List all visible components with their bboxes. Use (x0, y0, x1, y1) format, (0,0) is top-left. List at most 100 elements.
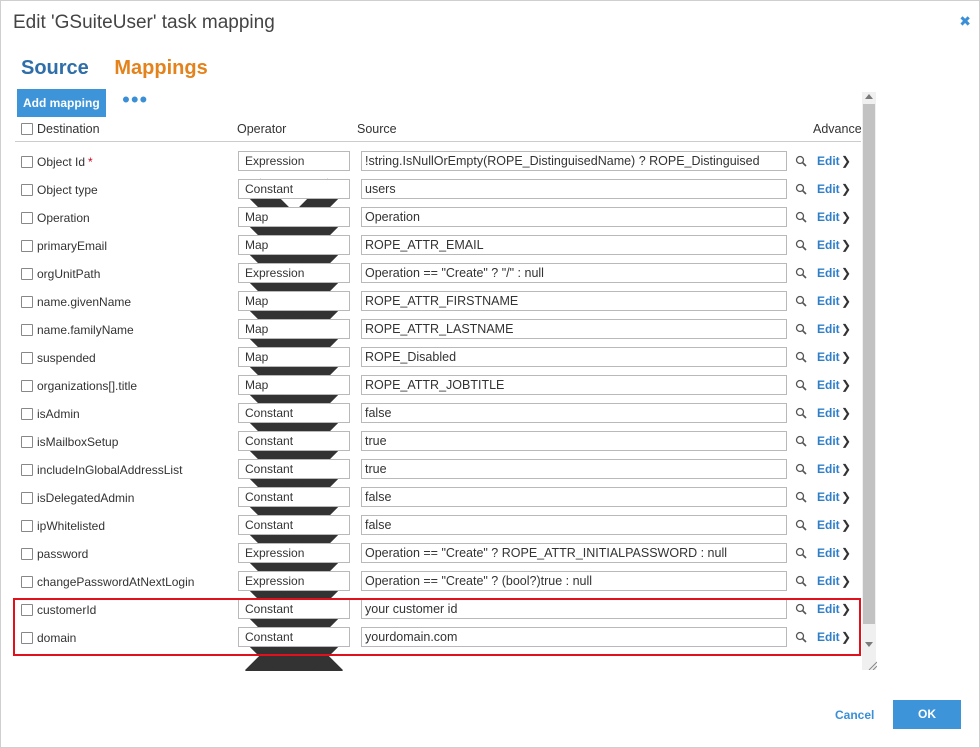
search-icon[interactable] (795, 463, 807, 475)
row-checkbox[interactable] (21, 212, 33, 224)
source-input[interactable]: !string.IsNullOrEmpty(ROPE_DistinguisedN… (361, 151, 787, 171)
row-checkbox[interactable] (21, 576, 33, 588)
edit-link[interactable]: Edit (817, 518, 840, 532)
search-icon[interactable] (795, 239, 807, 251)
search-icon[interactable] (795, 155, 807, 167)
row-checkbox[interactable] (21, 352, 33, 364)
column-destination[interactable]: Destination (37, 122, 100, 136)
resize-handle-icon[interactable] (867, 660, 877, 670)
row-checkbox[interactable] (21, 268, 33, 280)
edit-link[interactable]: Edit (817, 182, 840, 196)
row-checkbox[interactable] (21, 380, 33, 392)
operator-select[interactable]: Map (238, 347, 350, 440)
operator-select[interactable]: Expression (238, 571, 350, 664)
search-icon[interactable] (795, 267, 807, 279)
source-input[interactable]: true (361, 459, 787, 479)
search-icon[interactable] (795, 295, 807, 307)
row-checkbox[interactable] (21, 520, 33, 532)
tab-source[interactable]: Source (21, 57, 89, 80)
edit-link[interactable]: Edit (817, 574, 840, 588)
scroll-down-icon[interactable] (865, 642, 873, 647)
source-input[interactable]: true (361, 431, 787, 451)
expand-arrow-icon[interactable]: ❯ (841, 350, 851, 364)
ok-button[interactable]: OK (893, 700, 961, 729)
search-icon[interactable] (795, 323, 807, 335)
add-mapping-button[interactable]: Add mapping (17, 89, 106, 117)
operator-select[interactable]: Constant (238, 515, 350, 608)
vertical-scrollbar[interactable] (862, 92, 876, 670)
edit-link[interactable]: Edit (817, 434, 840, 448)
source-input[interactable]: ROPE_ATTR_FIRSTNAME (361, 291, 787, 311)
search-icon[interactable] (795, 435, 807, 447)
close-icon[interactable]: ✖ (959, 13, 971, 30)
row-checkbox[interactable] (21, 184, 33, 196)
operator-select[interactable]: Expression (238, 543, 350, 636)
row-checkbox[interactable] (21, 408, 33, 420)
source-input[interactable]: ROPE_ATTR_EMAIL (361, 235, 787, 255)
row-checkbox[interactable] (21, 548, 33, 560)
edit-link[interactable]: Edit (817, 406, 840, 420)
search-icon[interactable] (795, 379, 807, 391)
source-input[interactable]: ROPE_ATTR_JOBTITLE (361, 375, 787, 395)
operator-select[interactable]: Constant (238, 403, 350, 496)
column-advanced[interactable]: Advance (813, 122, 861, 136)
expand-arrow-icon[interactable]: ❯ (841, 518, 851, 532)
operator-select[interactable]: Expression (238, 151, 350, 244)
row-checkbox[interactable] (21, 156, 33, 168)
expand-arrow-icon[interactable]: ❯ (841, 574, 851, 588)
source-input[interactable]: users (361, 179, 787, 199)
expand-arrow-icon[interactable]: ❯ (841, 434, 851, 448)
row-checkbox[interactable] (21, 436, 33, 448)
expand-arrow-icon[interactable]: ❯ (841, 238, 851, 252)
column-source[interactable]: Source (357, 122, 397, 136)
operator-select[interactable]: Map (238, 291, 350, 384)
edit-link[interactable]: Edit (817, 462, 840, 476)
operator-select[interactable]: Expression (238, 263, 350, 356)
source-input[interactable]: false (361, 487, 787, 507)
expand-arrow-icon[interactable]: ❯ (841, 490, 851, 504)
source-input[interactable]: Operation == "Create" ? ROPE_ATTR_INITIA… (361, 543, 787, 563)
source-input[interactable]: Operation == "Create" ? "/" : null (361, 263, 787, 283)
edit-link[interactable]: Edit (817, 154, 840, 168)
edit-link[interactable]: Edit (817, 210, 840, 224)
row-checkbox[interactable] (21, 464, 33, 476)
scrollbar-thumb[interactable] (863, 104, 875, 624)
operator-select[interactable]: Map (238, 207, 350, 300)
expand-arrow-icon[interactable]: ❯ (841, 182, 851, 196)
operator-select[interactable]: Constant (238, 487, 350, 580)
expand-arrow-icon[interactable]: ❯ (841, 266, 851, 280)
source-input[interactable]: ROPE_ATTR_LASTNAME (361, 319, 787, 339)
operator-select[interactable]: Map (238, 375, 350, 468)
operator-select[interactable]: Constant (238, 459, 350, 552)
source-input[interactable]: ROPE_Disabled (361, 347, 787, 367)
edit-link[interactable]: Edit (817, 546, 840, 560)
edit-link[interactable]: Edit (817, 322, 840, 336)
edit-link[interactable]: Edit (817, 350, 840, 364)
more-options-icon[interactable]: ••• (122, 89, 148, 111)
expand-arrow-icon[interactable]: ❯ (841, 406, 851, 420)
operator-select[interactable]: Map (238, 319, 350, 412)
expand-arrow-icon[interactable]: ❯ (841, 154, 851, 168)
edit-link[interactable]: Edit (817, 238, 840, 252)
expand-arrow-icon[interactable]: ❯ (841, 378, 851, 392)
source-input[interactable]: Operation == "Create" ? (bool?)true : nu… (361, 571, 787, 591)
row-checkbox[interactable] (21, 240, 33, 252)
edit-link[interactable]: Edit (817, 266, 840, 280)
operator-select[interactable]: Constant (238, 431, 350, 524)
cancel-button[interactable]: Cancel (835, 708, 874, 722)
row-checkbox[interactable] (21, 296, 33, 308)
expand-arrow-icon[interactable]: ❯ (841, 294, 851, 308)
search-icon[interactable] (795, 491, 807, 503)
search-icon[interactable] (795, 575, 807, 587)
expand-arrow-icon[interactable]: ❯ (841, 462, 851, 476)
search-icon[interactable] (795, 547, 807, 559)
tab-mappings[interactable]: Mappings (114, 57, 207, 80)
expand-arrow-icon[interactable]: ❯ (841, 322, 851, 336)
expand-arrow-icon[interactable]: ❯ (841, 210, 851, 224)
row-checkbox[interactable] (21, 324, 33, 336)
select-all-checkbox[interactable] (21, 123, 33, 135)
search-icon[interactable] (795, 183, 807, 195)
operator-select[interactable]: Constant (238, 179, 350, 272)
source-input[interactable]: false (361, 515, 787, 535)
search-icon[interactable] (795, 211, 807, 223)
